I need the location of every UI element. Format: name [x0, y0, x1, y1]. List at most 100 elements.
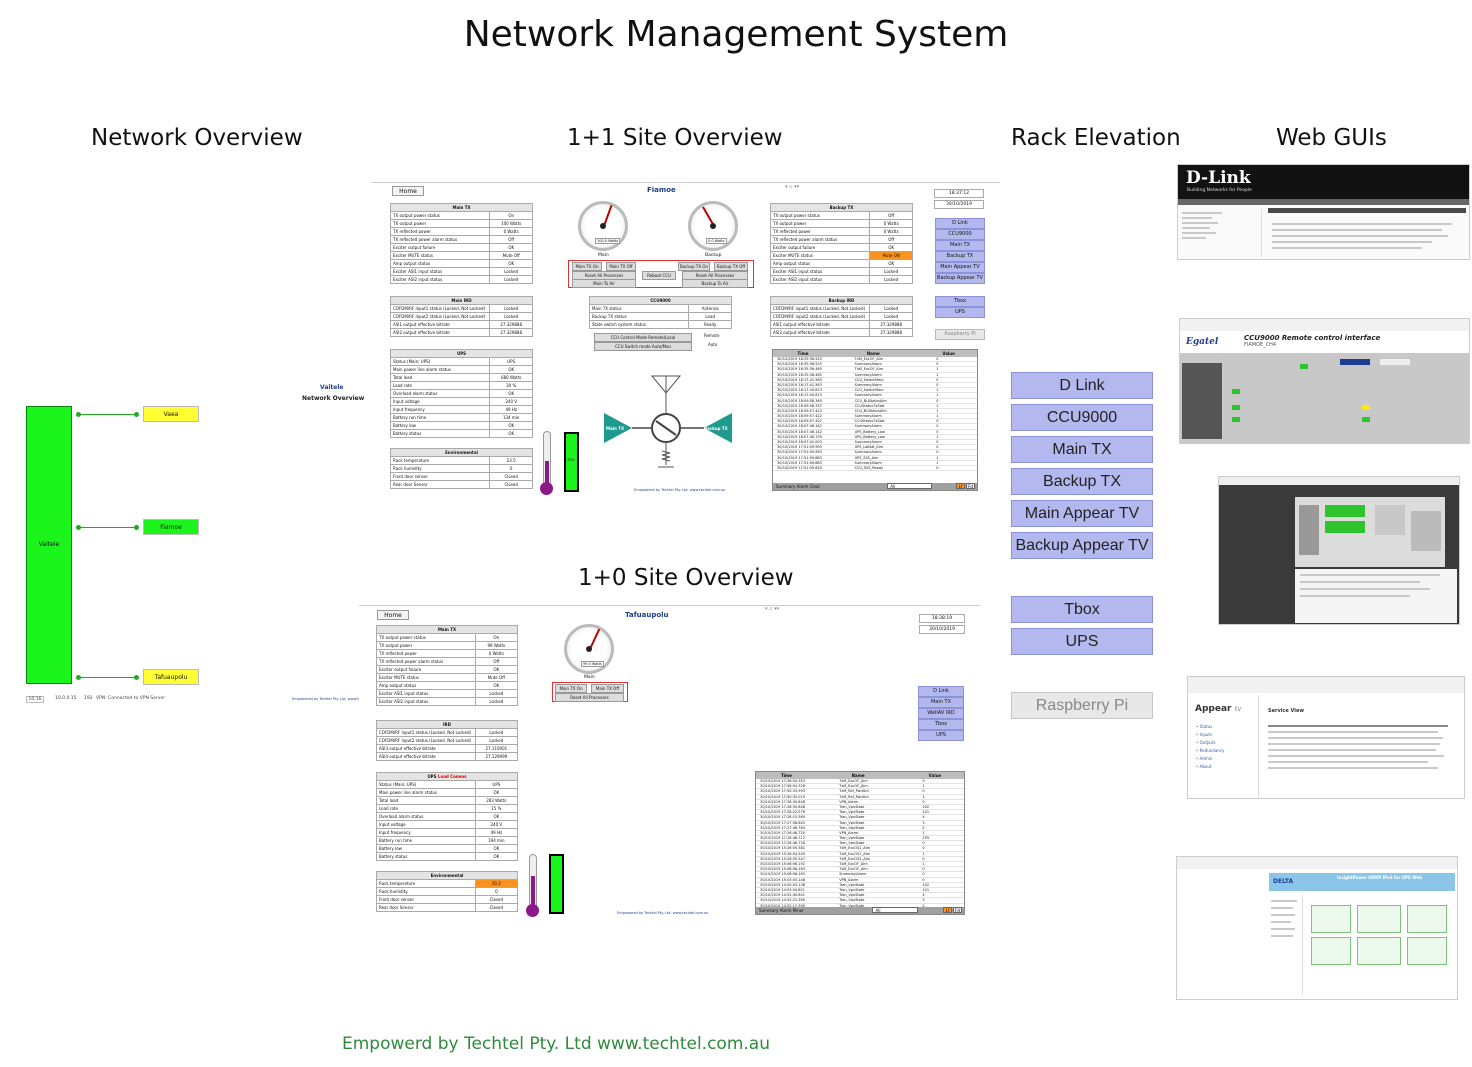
- alarm-column-header[interactable]: Time: [797, 351, 808, 356]
- appear-menu-item[interactable]: • Redundancy: [1196, 748, 1224, 753]
- appear-menu-item[interactable]: • Outputs: [1196, 740, 1224, 745]
- row-value: Closed: [489, 472, 533, 481]
- table-row: TX output power status On: [376, 633, 519, 642]
- alarm-nav-button[interactable]: Lf: [956, 483, 965, 489]
- main-gauge-value: 100.0 Watts: [595, 238, 621, 244]
- home-button[interactable]: Home: [392, 186, 424, 196]
- rack-menu-item[interactable]: UPS: [918, 730, 964, 741]
- rack-menu-item[interactable]: D Link: [918, 686, 964, 697]
- appear-menu-item[interactable]: • Admin: [1196, 756, 1224, 761]
- rack-menu-item[interactable]: Raspberry Pi: [935, 329, 985, 340]
- appear-menu-item[interactable]: • Status: [1196, 724, 1224, 729]
- rack-dlink-button[interactable]: D Link: [1011, 372, 1153, 399]
- main-to-air-button[interactable]: Main To Air: [572, 279, 636, 288]
- main-tx-on-button[interactable]: Main TX On: [572, 262, 602, 271]
- table-row: Input voltage 240 V: [376, 820, 519, 829]
- alarm-filter-select[interactable]: All: [872, 907, 919, 913]
- alarm-column-header[interactable]: Name: [852, 773, 865, 778]
- row-label: COFDM/RF input1 status (Locked, Not Lock…: [389, 304, 491, 313]
- alarm-column-header[interactable]: Time: [781, 773, 792, 778]
- rack-ccu9000-button[interactable]: CCU9000: [1011, 404, 1153, 431]
- alarm-header: Time Name Value: [773, 350, 977, 357]
- row-value: Locked: [489, 267, 533, 276]
- table-row: Rear door Sensor Closed: [389, 480, 533, 489]
- rack-menu-item[interactable]: Main TX: [935, 240, 985, 251]
- alarm-column-header[interactable]: Value: [942, 351, 955, 356]
- row-value: 100 Watts: [489, 219, 533, 228]
- site-name: Tafuaupolu: [625, 611, 669, 619]
- rack-menu-item[interactable]: D Link: [935, 218, 985, 229]
- rack-ups-button[interactable]: UPS: [1011, 628, 1153, 655]
- site-1plus1-heading: 1+1 Site Overview: [567, 125, 783, 151]
- hub-site-vaitele[interactable]: Vaitele: [26, 406, 72, 684]
- rack-menu-item[interactable]: Backup TX: [935, 251, 985, 262]
- main-tx-amp-label: Main TX: [606, 426, 625, 431]
- dashboard-web-gui-thumbnail[interactable]: [1218, 476, 1460, 625]
- row-label: TX reflected power alarm status: [389, 235, 491, 244]
- rack-main-appear-tv-button[interactable]: Main Appear TV: [1011, 500, 1153, 527]
- alarm-column-header[interactable]: Value: [929, 773, 942, 778]
- backup-tx-off-button[interactable]: Backup TX Off: [714, 262, 748, 271]
- row-value: 27.329888: [489, 320, 533, 329]
- rack-menu-item[interactable]: Backup Appear TV: [935, 273, 985, 284]
- alarm-nav-button[interactable]: Fd: [953, 907, 962, 913]
- row-label: ASI3 output effective bitrate: [376, 744, 476, 753]
- site-node-tafuaupolu[interactable]: Tafuaupolu: [143, 669, 199, 685]
- backup-tx-on-button[interactable]: Backup TX On: [678, 262, 710, 271]
- rack-menu-item[interactable]: Tbox: [918, 719, 964, 730]
- main-tx-on-button[interactable]: Main TX On: [555, 684, 587, 693]
- delta-ups-web-gui-thumbnail[interactable]: DELTA InsightPower SNMP IPv6 for UPS Web: [1176, 856, 1458, 1000]
- ccu-switch-mode-button[interactable]: CCU Switch mode Auto/Man: [594, 342, 692, 351]
- rack-elevation-heading: Rack Elevation: [1011, 125, 1181, 151]
- row-value: OK: [489, 389, 533, 398]
- table-row: Input frequency 49 Hz: [376, 828, 519, 837]
- dropdown-icon[interactable]: ▾ ▫ ▾▾: [765, 606, 779, 612]
- appear-tv-web-gui-thumbnail[interactable]: Appear tv • Status • Inputs • Outputs • Red…: [1187, 676, 1465, 799]
- dlink-web-gui-thumbnail[interactable]: D-Link Building Networks for People: [1177, 164, 1470, 260]
- reset-all-button[interactable]: Reset All Processes: [555, 693, 624, 702]
- rack-raspberry-pi-button[interactable]: Raspberry Pi: [1011, 692, 1153, 719]
- rack-menu-item[interactable]: WellAV IRD: [918, 708, 964, 719]
- site-node-vaea[interactable]: Vaea: [143, 406, 199, 422]
- row-value: 49 Hz: [489, 405, 533, 414]
- ccu-control-mode-button[interactable]: CCU Control Mode Remote/Local: [594, 333, 692, 342]
- rack-menu-item[interactable]: Main Appear TV: [935, 262, 985, 273]
- main-tx-off-button[interactable]: Main TX Off: [591, 684, 624, 693]
- rack-menu-item[interactable]: Tbox: [935, 296, 985, 307]
- dropdown-icon[interactable]: ▾ ▫ ▾▾: [785, 184, 799, 190]
- rack-menu-item[interactable]: CCU9000: [935, 229, 985, 240]
- rack-menu-item[interactable]: UPS: [935, 307, 985, 318]
- row-value: Off: [474, 657, 519, 666]
- rack-menu-item[interactable]: Main TX: [918, 697, 964, 708]
- site-node-fiamoe[interactable]: Fiamoe: [143, 519, 199, 535]
- row-label: Exciter output failure: [376, 665, 476, 674]
- home-button[interactable]: Home: [377, 610, 409, 620]
- dlink-header: D-Link Building Networks for People: [1178, 165, 1469, 199]
- row-value: OK: [474, 852, 519, 861]
- rack-tbox-button[interactable]: Tbox: [1011, 596, 1153, 623]
- appear-menu-item[interactable]: • About: [1196, 764, 1224, 769]
- row-value: 680 Watts: [489, 373, 533, 382]
- backup-to-air-button[interactable]: Backup To Air: [682, 279, 748, 288]
- table-row: Main power line alarm status OK: [376, 788, 519, 797]
- rack-backup-appear-tv-button[interactable]: Backup Appear TV: [1011, 532, 1153, 559]
- egatel-logo: Egatel: [1186, 337, 1219, 347]
- row-value: OK: [489, 365, 533, 374]
- alarm-filter-select[interactable]: All: [887, 483, 933, 489]
- rack-main-tx-button[interactable]: Main TX: [1011, 436, 1153, 463]
- row-label: Backup TX status: [588, 312, 690, 321]
- reboot-ccu-button[interactable]: Reboot CCU: [642, 271, 676, 280]
- egatel-web-gui-thumbnail[interactable]: Egatel CCU9000 Remote control interface …: [1179, 318, 1470, 444]
- alarm-nav-button[interactable]: Fd: [966, 483, 975, 489]
- table-row: Amp output status OK: [769, 259, 913, 268]
- row-label: COFDM/RF input1 status (Locked, Not Lock…: [769, 304, 871, 313]
- row-label: Main power line alarm status: [389, 365, 491, 374]
- alarm-nav-button[interactable]: Lf: [943, 907, 952, 913]
- main-tx-off-button[interactable]: Main TX Off: [606, 262, 636, 271]
- rack-backup-tx-button[interactable]: Backup TX: [1011, 468, 1153, 495]
- row-label: Rack temperature: [389, 456, 491, 465]
- alarm-row: 30/10/2019 17:51:09.830 CCU_SSS_Ready 0: [773, 466, 977, 472]
- status-led: [1232, 417, 1240, 422]
- alarm-column-header[interactable]: Name: [867, 351, 880, 356]
- appear-menu-item[interactable]: • Inputs: [1196, 732, 1224, 737]
